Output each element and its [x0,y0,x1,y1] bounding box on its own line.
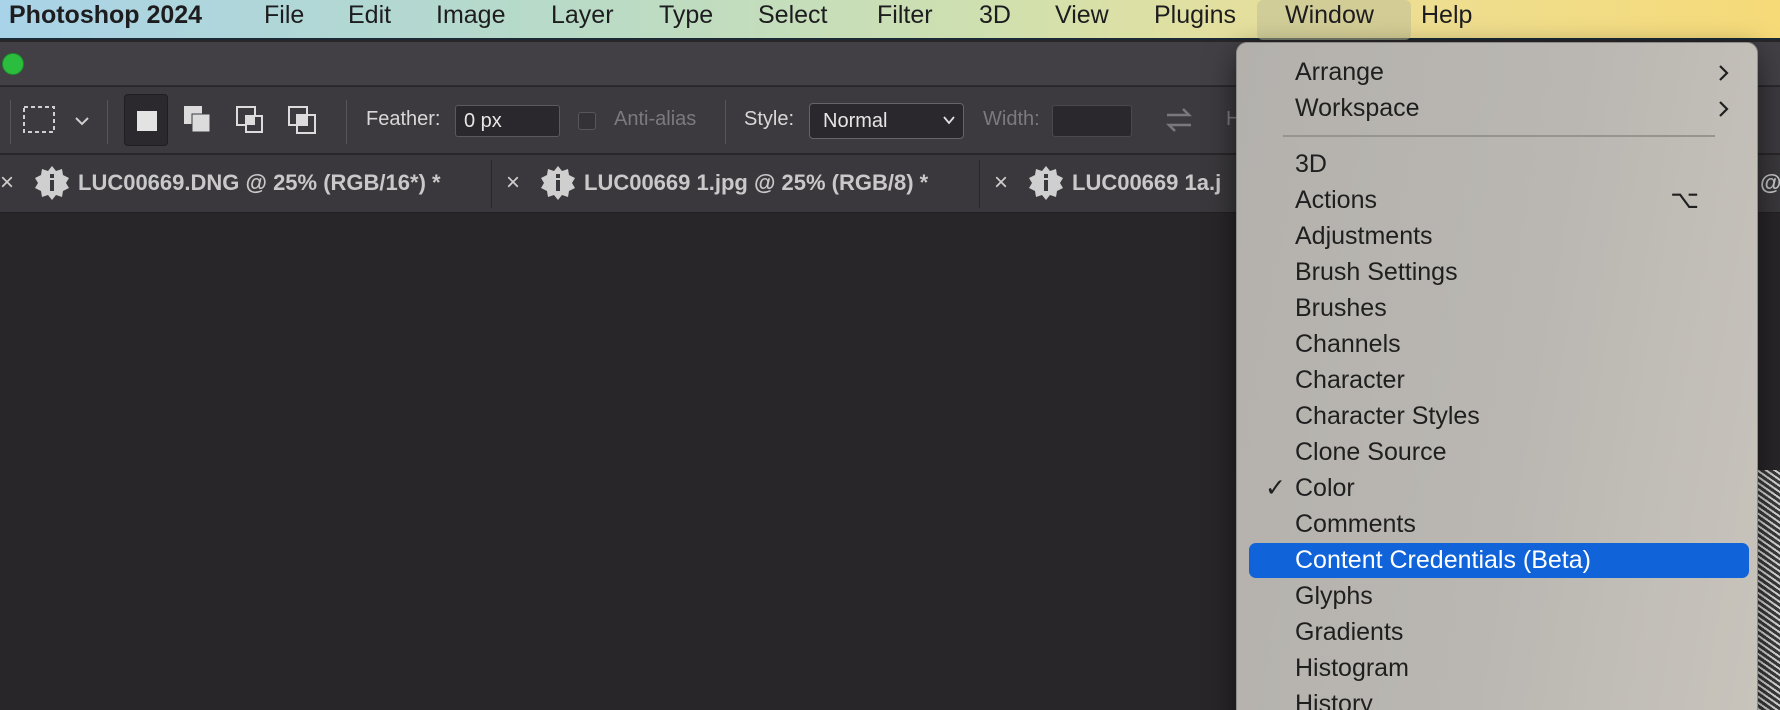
window-zoom-button[interactable] [2,53,24,75]
info-badge-icon [34,165,70,201]
menu-item-character-styles[interactable]: Character Styles [1249,399,1749,434]
menu-item-color[interactable]: ✓ Color [1249,471,1749,506]
menu-help[interactable]: Help [1421,0,1472,40]
style-select[interactable]: Normal [809,103,964,139]
option-key-shortcut: ⌥ [1670,186,1699,214]
tab-close-button[interactable]: × [506,169,520,197]
system-menubar: Photoshop 2024 File Edit Image Layer Typ… [0,0,1780,40]
options-separator [107,100,108,144]
subtract-from-selection-button[interactable] [228,94,272,146]
tab-document-2[interactable]: × LUC00669 1.jpg @ 25% (RGB/8) * [492,155,978,213]
document-image-edge [1758,470,1780,710]
chevron-down-icon [943,116,955,125]
width-label: Width: [983,108,1040,130]
menu-item-actions[interactable]: Actions ⌥ [1249,183,1749,218]
menu-window[interactable]: Window [1285,0,1374,40]
chevron-right-icon [1719,101,1729,117]
style-select-value: Normal [823,110,888,132]
menu-image[interactable]: Image [436,0,505,40]
menu-item-gradients[interactable]: Gradients [1249,615,1749,650]
swap-width-height-icon[interactable] [1163,106,1195,134]
menu-separator [1283,135,1715,137]
add-to-selection-button[interactable] [176,94,220,146]
feather-label: Feather: [366,108,441,130]
anti-alias-label: Anti-alias [614,108,697,130]
checkmark-icon: ✓ [1265,474,1286,502]
menu-item-brushes[interactable]: Brushes [1249,291,1749,326]
menu-item-3d[interactable]: 3D [1249,147,1749,182]
menu-item-workspace[interactable]: Workspace [1249,91,1749,126]
options-separator [10,100,11,144]
menu-view[interactable]: View [1055,0,1109,40]
menu-file[interactable]: File [264,0,304,40]
width-input[interactable] [1052,105,1132,137]
menu-3d[interactable]: 3D [979,0,1011,40]
menu-filter[interactable]: Filter [877,0,933,40]
tab-title: LUC00669.DNG @ 25% (RGB/16*) * [78,170,441,195]
style-label: Style: [744,108,795,130]
tab-close-button[interactable]: × [0,169,14,197]
tab-title: LUC00669 1a.j [1072,170,1222,195]
anti-alias-checkbox[interactable] [578,112,596,130]
menu-item-adjustments[interactable]: Adjustments [1249,219,1749,254]
marquee-tool-preset-icon[interactable] [22,104,58,136]
menu-item-character[interactable]: Character [1249,363,1749,398]
menu-item-content-credentials[interactable]: Content Credentials (Beta) [1249,543,1749,578]
app-menu-photoshop[interactable]: Photoshop 2024 [9,0,202,40]
menu-item-glyphs[interactable]: Glyphs [1249,579,1749,614]
info-badge-icon [1028,165,1064,201]
menu-item-history[interactable]: History [1249,687,1749,710]
window-dropdown-menu: Arrange Workspace 3D Actions ⌥ Adjustmen… [1236,42,1758,710]
menu-edit[interactable]: Edit [348,0,391,40]
menu-select[interactable]: Select [758,0,827,40]
feather-input[interactable]: 0 px [455,105,560,137]
tab-close-button[interactable]: × [994,169,1008,197]
menu-item-comments[interactable]: Comments [1249,507,1749,542]
new-selection-button[interactable] [124,94,168,146]
menu-layer[interactable]: Layer [551,0,614,40]
tab-overflow-partial[interactable]: @ [1760,170,1780,196]
options-separator [725,100,726,144]
tab-title: LUC00669 1.jpg @ 25% (RGB/8) * [584,170,929,195]
intersect-with-selection-button[interactable] [280,94,324,146]
tab-document-1[interactable]: × LUC00669.DNG @ 25% (RGB/16*) * [0,155,490,213]
tab-document-3[interactable]: × LUC00669 1a.j [980,155,1236,213]
options-separator [346,100,347,144]
menu-item-arrange[interactable]: Arrange [1249,55,1749,90]
menu-type[interactable]: Type [659,0,713,40]
menu-item-histogram[interactable]: Histogram [1249,651,1749,686]
info-badge-icon [540,165,576,201]
menu-item-channels[interactable]: Channels [1249,327,1749,362]
chevron-right-icon [1719,65,1729,81]
menu-item-brush-settings[interactable]: Brush Settings [1249,255,1749,290]
menu-plugins[interactable]: Plugins [1154,0,1236,40]
menu-item-clone-source[interactable]: Clone Source [1249,435,1749,470]
chevron-down-icon[interactable] [73,112,91,130]
